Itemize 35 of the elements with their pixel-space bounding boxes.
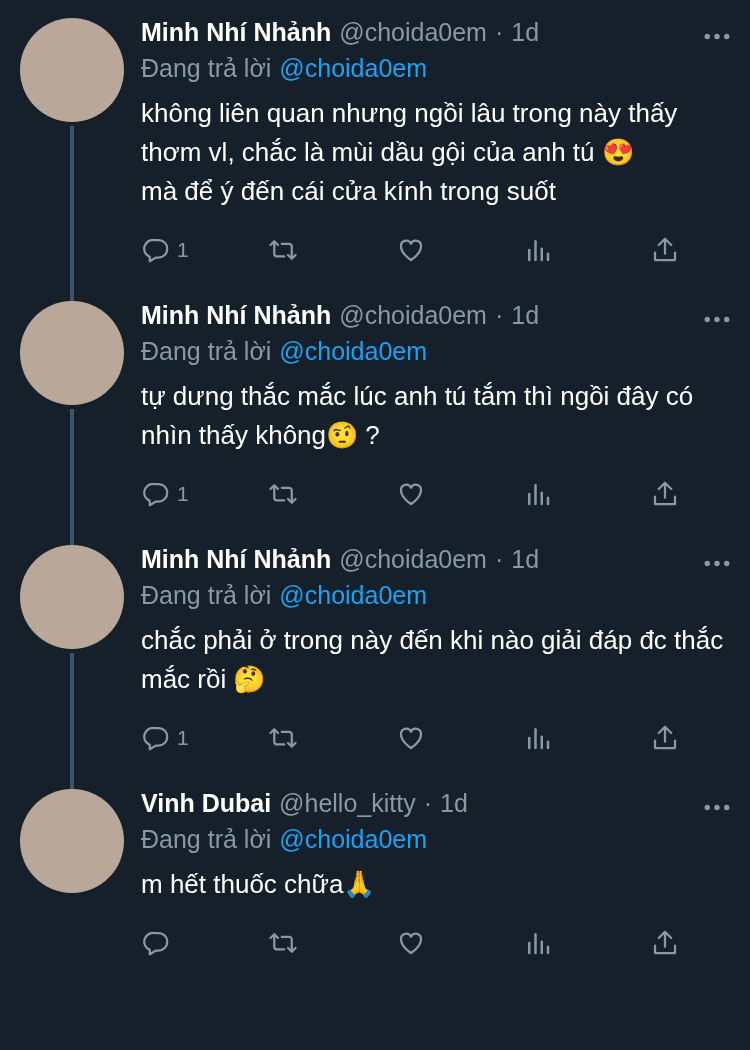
replying-label: Đang trả lời <box>141 337 272 366</box>
timestamp[interactable]: 1d <box>511 545 540 574</box>
reply-count: 1 <box>177 726 189 750</box>
dot-separator: · <box>423 789 432 818</box>
reply-count: 1 <box>177 482 189 506</box>
more-options-icon[interactable] <box>704 315 730 323</box>
more-options-icon[interactable] <box>704 803 730 811</box>
reply-count: 1 <box>177 238 189 262</box>
dot-separator: · <box>494 545 504 574</box>
replying-label: Đang trả lời <box>141 581 272 610</box>
mention-link[interactable]: @choida0em <box>279 54 428 83</box>
more-options-icon[interactable] <box>704 32 730 40</box>
user-handle[interactable]: @choida0em <box>339 545 487 574</box>
mention-link[interactable]: @choida0em <box>279 337 428 366</box>
timestamp[interactable]: 1d <box>511 18 540 47</box>
mention-link[interactable]: @choida0em <box>279 825 428 854</box>
replying-label: Đang trả lời <box>141 54 272 83</box>
user-name[interactable]: Minh Nhí Nhảnh <box>141 301 332 330</box>
more-options-icon[interactable] <box>704 559 730 567</box>
dot-separator: · <box>494 18 504 47</box>
timestamp[interactable]: 1d <box>511 301 540 330</box>
tweet-text: tự dưng thắc mắc lúc anh tú tắm thì ngồi đây có nhìn thấy không🤨 ? <box>141 380 695 452</box>
tweet-text: chắc phải ở trong này đến khi nào giải đáp đc thắc mắc rồi 🤔 <box>141 624 725 696</box>
dot-separator: · <box>494 301 504 330</box>
timestamp[interactable]: 1d <box>440 789 468 818</box>
user-handle[interactable]: @choida0em <box>339 18 487 47</box>
tweet-text: m hết thuốc chữa🙏 <box>141 868 377 901</box>
user-name[interactable]: Vinh Dubai <box>141 789 272 818</box>
user-handle[interactable]: @hello_kitty <box>279 789 416 818</box>
user-handle[interactable]: @choida0em <box>339 301 487 330</box>
tweet-text: mà để ý đến cái cửa kính trong suốt <box>141 175 557 208</box>
mention-link[interactable]: @choida0em <box>279 581 428 610</box>
user-name[interactable]: Minh Nhí Nhảnh <box>141 18 332 47</box>
replying-label: Đang trả lời <box>141 825 272 854</box>
user-name[interactable]: Minh Nhí Nhảnh <box>141 545 332 574</box>
